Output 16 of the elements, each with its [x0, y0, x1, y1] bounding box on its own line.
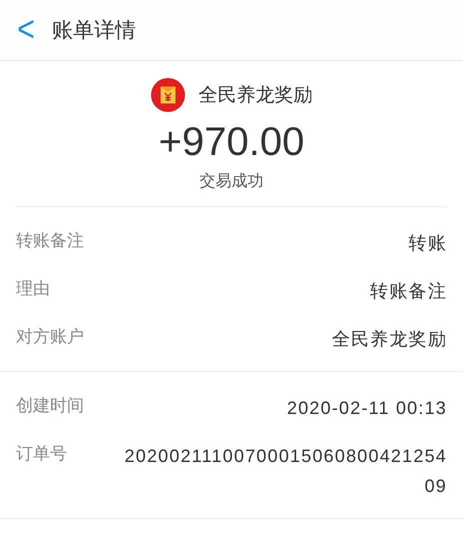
field-value: 转账备注	[369, 280, 447, 303]
field-label: 对方账户	[16, 326, 85, 349]
field-value: 转账	[408, 232, 447, 255]
status-text: 交易成功	[200, 171, 264, 192]
field-label: 理由	[16, 278, 51, 301]
field-value: 2020-02-11 00:13	[286, 397, 447, 420]
field-label: 转账备注	[16, 230, 85, 253]
field-label: 创建时间	[16, 395, 85, 418]
field-value: 2020021110070001506080042125409	[124, 445, 447, 498]
page-title: 账单详情	[52, 17, 136, 44]
envelope-icon	[150, 78, 184, 112]
field-label: 订单号	[16, 443, 68, 466]
back-button[interactable]: <	[12, 10, 40, 50]
payee-name: 全民养龙奖励	[198, 83, 312, 108]
amount: +970.00	[158, 120, 304, 165]
field-value: 全民养龙奖励	[330, 328, 447, 351]
